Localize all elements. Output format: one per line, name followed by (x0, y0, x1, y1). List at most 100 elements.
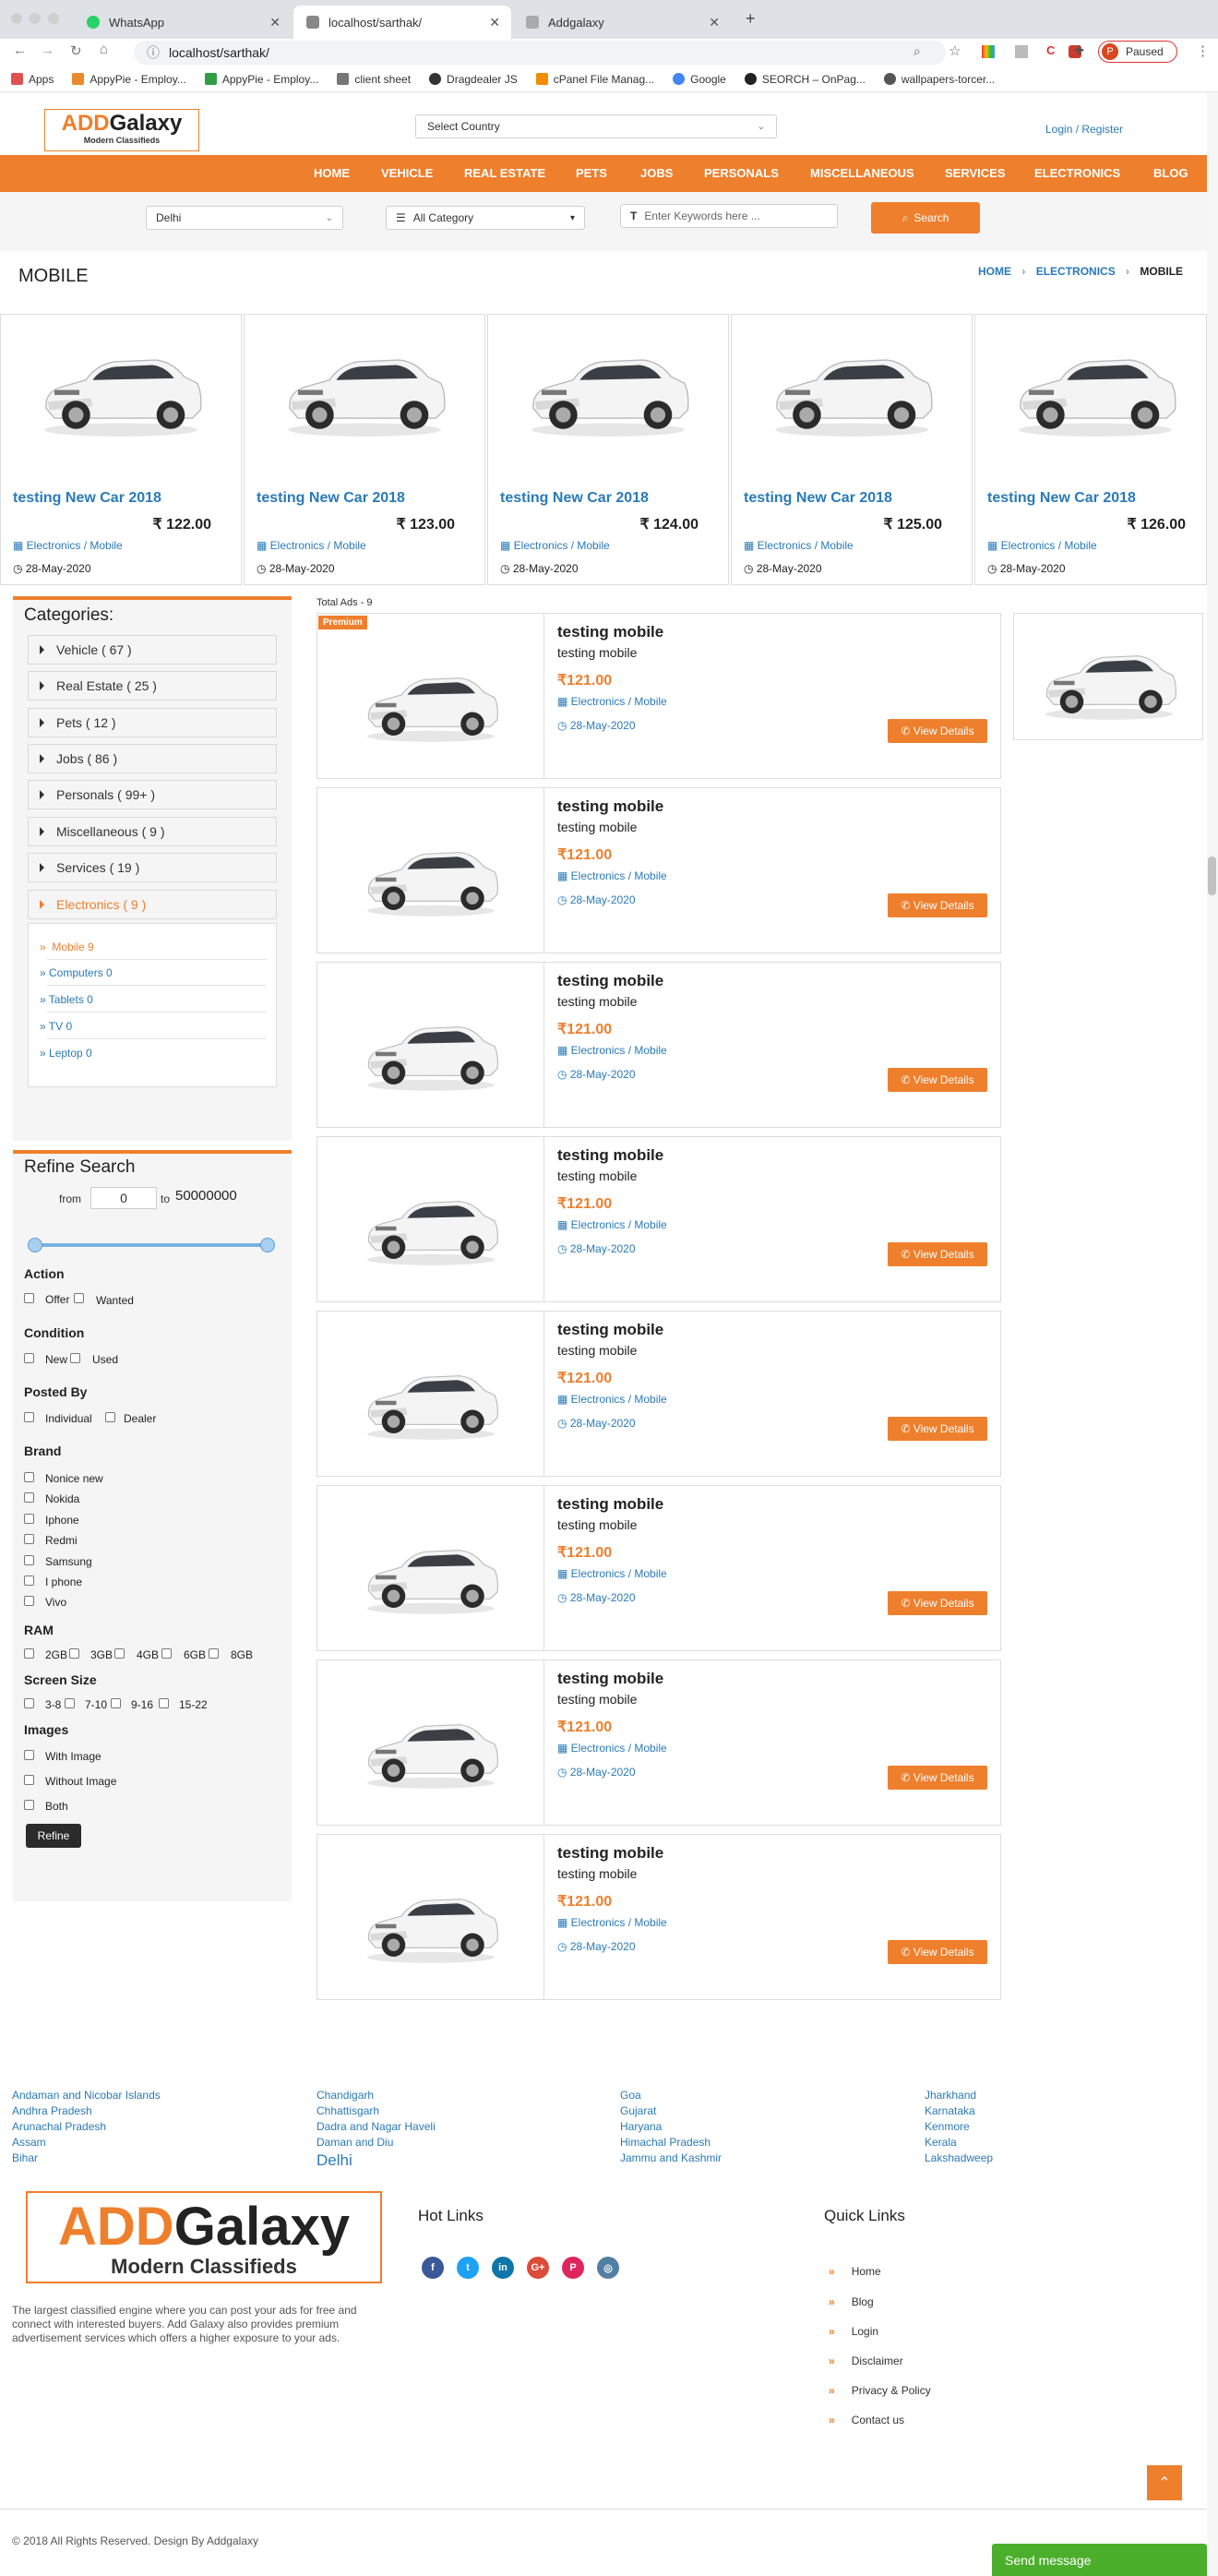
listing-card[interactable]: testing mobile testing mobile ₹121.00 ▦ … (316, 962, 1001, 1128)
listing-title[interactable]: testing mobile (557, 972, 663, 990)
footer-logo[interactable]: ADDGalaxy Modern Classifieds (26, 2191, 382, 2283)
featured-card[interactable]: testing New Car 2018 ₹ 123.00 ▦ Electron… (244, 314, 485, 585)
brand-checkbox[interactable] (24, 1514, 34, 1524)
featured-title[interactable]: testing New Car 2018 (13, 490, 161, 507)
state-link[interactable]: Daman and Diu (316, 2135, 436, 2151)
listing-card[interactable]: testing mobile testing mobile ₹121.00 ▦ … (316, 1136, 1001, 1302)
listing-title[interactable]: testing mobile (557, 1146, 663, 1165)
car-image[interactable] (362, 1348, 500, 1446)
state-link[interactable]: Chandigarh (316, 2088, 436, 2103)
browser-tab-localhost[interactable]: localhost/sarthak/ ✕ (293, 6, 511, 39)
category-select[interactable]: ☰ All Category ▾ (386, 206, 585, 230)
subcategory-tablets[interactable]: » Tablets 0 (40, 993, 93, 1006)
car-image[interactable] (362, 1000, 500, 1097)
state-link[interactable]: Jharkhand (925, 2088, 993, 2103)
category-real-estate[interactable]: Real Estate ( 25 ) (28, 671, 277, 701)
quick-link-disclaimer[interactable]: » Disclaimer (829, 2354, 903, 2367)
bookmark-item[interactable]: AppyPie - Employ... (204, 73, 318, 86)
view-details-button[interactable]: ✆ View Details (888, 1242, 987, 1266)
bookmark-item[interactable]: Dragdealer JS (429, 73, 518, 86)
screen-checkbox[interactable] (65, 1698, 75, 1708)
ram-checkbox[interactable] (24, 1648, 34, 1659)
view-details-button[interactable]: ✆ View Details (888, 1417, 987, 1441)
ram-checkbox[interactable] (69, 1648, 79, 1659)
listing-title[interactable]: testing mobile (557, 1495, 663, 1514)
category-personals[interactable]: Personals ( 99+ ) (28, 780, 277, 809)
listing-title[interactable]: testing mobile (557, 1844, 663, 1863)
puzzle-icon[interactable]: ✚ (1074, 43, 1084, 58)
subcategory-tv[interactable]: » TV 0 (40, 1020, 72, 1033)
car-image[interactable] (362, 1872, 500, 1970)
screen-checkbox[interactable] (24, 1698, 34, 1708)
with-image-checkbox[interactable] (24, 1750, 34, 1760)
breadcrumb-home[interactable]: HOME (978, 265, 1011, 278)
car-image[interactable] (362, 1174, 500, 1272)
category-electronics[interactable]: Electronics ( 9 ) (28, 890, 277, 919)
car-image[interactable] (362, 1523, 500, 1621)
listing-card[interactable]: testing mobile testing mobile ₹121.00 ▦ … (316, 1485, 1001, 1651)
brand-checkbox[interactable] (24, 1576, 34, 1586)
bookmark-star-icon[interactable]: ☆ (949, 42, 961, 59)
state-link[interactable]: Kerala (925, 2135, 993, 2151)
slider-max-handle[interactable] (260, 1238, 275, 1252)
category-services[interactable]: Services ( 19 ) (28, 853, 277, 882)
state-link[interactable]: Arunachal Pradesh (12, 2119, 161, 2135)
breadcrumb-electronics[interactable]: ELECTRONICS (1036, 265, 1116, 278)
instagram-icon[interactable]: ◎ (597, 2257, 619, 2279)
search-button[interactable]: ⌕ Search (871, 202, 980, 234)
google-plus-icon[interactable]: G+ (527, 2257, 549, 2279)
quick-link-blog[interactable]: » Blog (829, 2295, 874, 2308)
nav-miscellaneous[interactable]: MISCELLANEOUS (810, 166, 914, 180)
brand-checkbox[interactable] (24, 1596, 34, 1606)
browser-tab-whatsapp[interactable]: WhatsApp ✕ (74, 6, 292, 39)
brand-checkbox[interactable] (24, 1492, 34, 1503)
scrollbar[interactable] (1207, 92, 1218, 2576)
ram-checkbox[interactable] (161, 1648, 172, 1659)
featured-card[interactable]: testing New Car 2018 ₹ 124.00 ▦ Electron… (487, 314, 729, 585)
nav-vehicle[interactable]: VEHICLE (381, 166, 433, 180)
nav-blog[interactable]: BLOG (1153, 166, 1188, 180)
nav-electronics[interactable]: ELECTRONICS (1034, 166, 1120, 180)
without-image-checkbox[interactable] (24, 1775, 34, 1785)
facebook-icon[interactable]: f (422, 2257, 444, 2279)
new-checkbox[interactable] (24, 1353, 34, 1363)
close-tab-icon[interactable]: ✕ (489, 15, 500, 30)
extension-icon[interactable] (1015, 45, 1028, 58)
city-select[interactable]: Delhi ⌄ (146, 206, 343, 230)
forward-icon[interactable]: → (41, 42, 54, 58)
listing-title[interactable]: testing mobile (557, 797, 663, 816)
listing-category[interactable]: Electronics / Mobile (571, 1393, 667, 1406)
subcategory-computers[interactable]: » Computers 0 (40, 966, 113, 979)
refine-button[interactable]: Refine (26, 1824, 81, 1848)
featured-category[interactable]: Electronics / Mobile (514, 539, 610, 552)
price-from-input[interactable]: 0 (90, 1187, 157, 1209)
listing-card[interactable]: testing mobile testing mobile ₹121.00 ▦ … (316, 613, 1001, 779)
featured-card[interactable]: testing New Car 2018 ₹ 126.00 ▦ Electron… (974, 314, 1207, 585)
view-details-button[interactable]: ✆ View Details (888, 1766, 987, 1790)
subcategory-mobile[interactable]: » Mobile 9 (40, 941, 94, 953)
dealer-checkbox[interactable] (105, 1412, 115, 1422)
state-link[interactable]: Dadra and Nagar Haveli (316, 2119, 436, 2135)
state-link[interactable]: Kenmore (925, 2119, 993, 2135)
featured-title[interactable]: testing New Car 2018 (500, 490, 649, 507)
nav-home[interactable]: HOME (314, 166, 350, 180)
state-link[interactable]: Lakshadweep (925, 2151, 993, 2166)
nav-jobs[interactable]: JOBS (640, 166, 673, 180)
quick-link-privacy[interactable]: » Privacy & Policy (829, 2384, 931, 2397)
state-link[interactable]: Karnataka (925, 2103, 993, 2119)
featured-card[interactable]: testing New Car 2018 ₹ 125.00 ▦ Electron… (731, 314, 973, 585)
send-message-chat[interactable]: Send message (992, 2544, 1207, 2576)
bookmark-item[interactable]: cPanel File Manag... (535, 73, 654, 86)
slider-min-handle[interactable] (28, 1238, 42, 1252)
listing-category[interactable]: Electronics / Mobile (571, 1916, 667, 1929)
state-link[interactable]: Haryana (620, 2119, 722, 2135)
nav-pets[interactable]: PETS (576, 166, 607, 180)
featured-card[interactable]: testing New Car 2018 ₹ 122.00 ▦ Electron… (0, 314, 242, 585)
listing-title[interactable]: testing mobile (557, 1321, 663, 1339)
listing-category[interactable]: Electronics / Mobile (571, 1742, 667, 1755)
listing-card[interactable]: testing mobile testing mobile ₹121.00 ▦ … (316, 1659, 1001, 1826)
quick-link-home[interactable]: » Home (829, 2265, 881, 2278)
window-minimize-dot[interactable] (30, 13, 41, 24)
bookmark-item[interactable]: AppyPie - Employ... (72, 73, 186, 86)
state-link[interactable]: Chhattisgarh (316, 2103, 436, 2119)
